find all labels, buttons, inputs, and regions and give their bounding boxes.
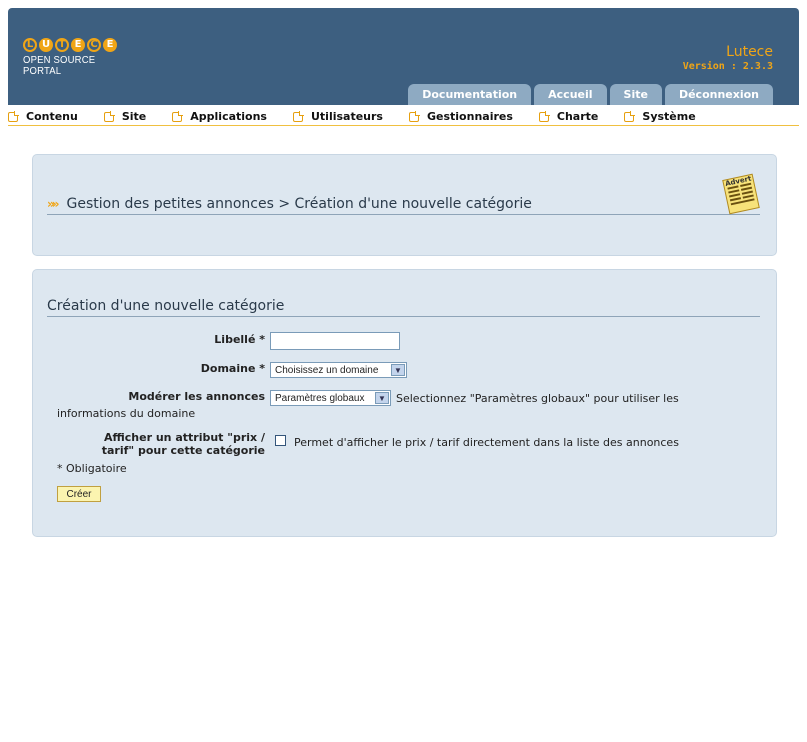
menu-item-contenu[interactable]: Contenu xyxy=(8,110,78,123)
moderer-select-value: Paramètres globaux xyxy=(275,393,365,404)
menu-item-label: Gestionnaires xyxy=(426,110,513,123)
breadcrumb-text: Gestion des petites annonces > Création … xyxy=(66,196,532,212)
chevron-down-icon: ▼ xyxy=(375,392,389,404)
afficher-prix-label: Afficher un attribut "prix / tarif" pour… xyxy=(47,431,265,457)
moderer-help-line2: informations du domaine xyxy=(57,407,196,420)
brand-info: Lutece Version : 2.3.3 xyxy=(683,44,773,72)
menu-bullet-icon xyxy=(8,110,19,122)
logo-letter: T xyxy=(55,38,69,52)
menu-item-label: Système xyxy=(642,110,696,123)
domaine-select[interactable]: Choisissez un domaine ▼ xyxy=(270,362,407,378)
category-form-panel: Création d'une nouvelle catégorie Libell… xyxy=(32,269,777,537)
menu-item-site[interactable]: Site xyxy=(103,110,147,123)
domaine-label: Domaine * xyxy=(200,362,265,375)
afficher-prix-label-line1: Afficher un attribut "prix / xyxy=(103,431,265,444)
menu-bullet-icon xyxy=(103,110,115,122)
menu-item-label: Charte xyxy=(556,110,599,123)
create-button[interactable]: Créer xyxy=(57,486,101,502)
menu-item-label: Applications xyxy=(190,110,267,123)
required-note: * Obligatoire xyxy=(57,462,127,475)
afficher-prix-checkbox[interactable] xyxy=(275,435,286,446)
logo-letter: L xyxy=(23,38,37,52)
menu-item-applications[interactable]: Applications xyxy=(172,110,267,123)
advert-icon: Advert xyxy=(722,173,760,215)
logo-letter: U xyxy=(39,38,53,52)
moderer-label: Modérer les annonces xyxy=(128,390,265,403)
menu-item-systeme[interactable]: Système xyxy=(624,110,696,123)
tab-deconnexion[interactable]: Déconnexion xyxy=(664,84,773,105)
libelle-label: Libellé * xyxy=(214,333,265,346)
tab-site[interactable]: Site xyxy=(609,84,662,105)
tab-accueil[interactable]: Accueil xyxy=(534,84,607,105)
breadcrumb-panel: »» Gestion des petites annonces > Créati… xyxy=(32,154,777,256)
menu-item-label: Site xyxy=(121,110,147,123)
domaine-select-value: Choisissez un domaine xyxy=(275,365,379,376)
lutece-logo: L U T E C E OPEN SOURCE PORTAL xyxy=(23,38,123,78)
brand-name: Lutece xyxy=(726,44,773,60)
menu-item-label: Contenu xyxy=(26,110,78,123)
menu-item-utilisateurs[interactable]: Utilisateurs xyxy=(292,110,383,123)
double-arrow-icon: »» xyxy=(47,197,59,211)
menu-item-charte[interactable]: Charte xyxy=(538,110,599,123)
moderer-select[interactable]: Paramètres globaux ▼ xyxy=(270,390,391,406)
afficher-prix-help: Permet d'afficher le prix / tarif direct… xyxy=(294,436,679,449)
logo-letter: C xyxy=(87,38,101,52)
menu-item-label: Utilisateurs xyxy=(310,110,383,123)
version-label: Version : 2.3.3 xyxy=(682,61,773,72)
chevron-down-icon: ▼ xyxy=(391,364,405,376)
logo-letter: E xyxy=(103,38,117,52)
moderer-help-line1: Selectionnez "Paramètres globaux" pour u… xyxy=(396,392,679,405)
menu-bullet-icon xyxy=(408,110,420,122)
logo-letter: E xyxy=(71,38,85,52)
breadcrumb: »» Gestion des petites annonces > Créati… xyxy=(47,194,760,215)
menu-bullet-icon xyxy=(624,110,636,122)
libelle-input[interactable] xyxy=(270,332,400,350)
main-menu: Contenu Site Applications Utilisateurs G… xyxy=(8,108,799,126)
afficher-prix-label-line2: tarif" pour cette catégorie xyxy=(101,444,265,457)
header-banner: L U T E C E OPEN SOURCE PORTAL Lutece Ve… xyxy=(8,8,799,105)
form-title: Création d'une nouvelle catégorie xyxy=(47,298,760,317)
logo-letters: L U T E C E xyxy=(23,38,123,52)
tab-documentation[interactable]: Documentation xyxy=(408,84,532,105)
menu-bullet-icon xyxy=(172,110,184,122)
logo-subtitle: OPEN SOURCE PORTAL xyxy=(23,55,96,77)
menu-bullet-icon xyxy=(292,110,304,122)
header-tabs: Documentation Accueil Site Déconnexion xyxy=(408,84,773,105)
menu-item-gestionnaires[interactable]: Gestionnaires xyxy=(408,110,513,123)
menu-bullet-icon xyxy=(538,110,550,122)
